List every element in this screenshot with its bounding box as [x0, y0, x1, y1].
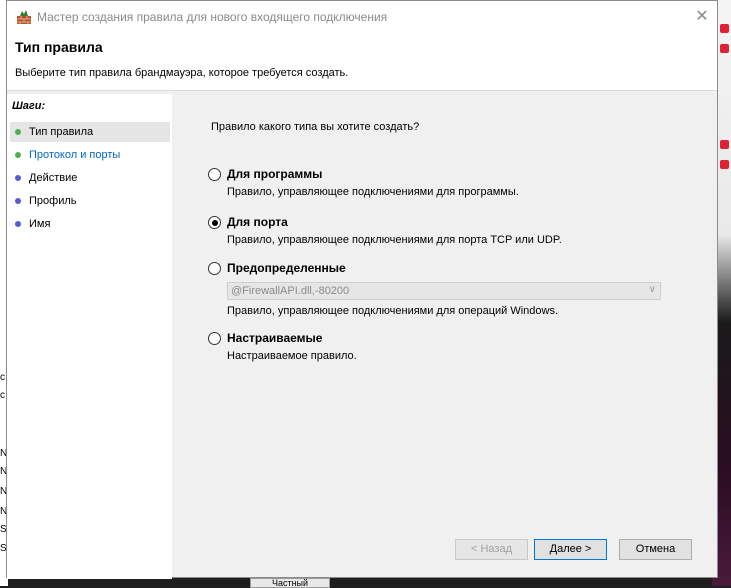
- step-status-icon: [15, 129, 21, 135]
- step-label: Тип правила: [29, 126, 94, 138]
- back-button[interactable]: < Назад: [455, 539, 528, 560]
- option-description: Правило, управляющее подключениями для п…: [227, 186, 519, 198]
- question-text: Правило какого типа вы хотите создать?: [211, 121, 420, 133]
- option-description: Правило, управляющее подключениями для о…: [227, 305, 559, 317]
- close-icon[interactable]: ✕: [691, 7, 713, 27]
- firewall-icon: [17, 10, 31, 24]
- step-label: Протокол и порты: [29, 149, 121, 161]
- chevron-down-icon: ∨: [648, 284, 656, 295]
- step-label: Имя: [29, 218, 51, 230]
- step-action[interactable]: Действие: [10, 168, 170, 188]
- step-status-icon: [15, 152, 21, 158]
- wizard-dialog: Мастер создания правила для нового входя…: [6, 0, 718, 579]
- wizard-header: Тип правила Выберите тип правила брандма…: [7, 32, 717, 91]
- option-title[interactable]: Для программы: [227, 167, 322, 181]
- option-description: Правило, управляющее подключениями для п…: [227, 234, 562, 246]
- radio-program[interactable]: [208, 168, 221, 181]
- select-value: @FirewallAPI.dll,-80200: [231, 285, 350, 297]
- radio-port[interactable]: [208, 216, 221, 229]
- predefined-select[interactable]: @FirewallAPI.dll,-80200 ∨: [227, 282, 661, 300]
- option-title[interactable]: Предопределенные: [227, 261, 346, 275]
- step-profile[interactable]: Профиль: [10, 191, 170, 211]
- step-label: Профиль: [29, 195, 77, 207]
- cancel-button[interactable]: Отмена: [619, 539, 692, 560]
- background-icon: [720, 44, 729, 53]
- background-icon: [720, 160, 729, 169]
- page-title: Тип правила: [15, 39, 103, 55]
- step-rule-type[interactable]: Тип правила: [10, 122, 170, 142]
- title-bar: Мастер создания правила для нового входя…: [7, 1, 717, 32]
- steps-panel: Шаги: Тип правила Протокол и порты Дейст…: [7, 94, 172, 579]
- step-status-icon: [15, 175, 21, 181]
- radio-custom[interactable]: [208, 332, 221, 345]
- option-title[interactable]: Настраиваемые: [227, 331, 322, 345]
- option-description: Настраиваемое правило.: [227, 350, 357, 362]
- step-status-icon: [15, 198, 21, 204]
- next-button[interactable]: Далее >: [534, 539, 607, 560]
- radio-predefined[interactable]: [208, 262, 221, 275]
- step-status-icon: [15, 221, 21, 227]
- step-name[interactable]: Имя: [10, 214, 170, 234]
- step-protocol-ports[interactable]: Протокол и порты: [10, 145, 170, 165]
- window-title: Мастер создания правила для нового входя…: [37, 10, 388, 24]
- page-description: Выберите тип правила брандмауэра, которо…: [15, 67, 349, 79]
- steps-title: Шаги:: [12, 100, 46, 112]
- background-tab: Частный: [250, 578, 330, 588]
- step-label: Действие: [29, 172, 78, 184]
- wizard-content: Правило какого типа вы хотите создать? Д…: [172, 94, 718, 579]
- option-title[interactable]: Для порта: [227, 215, 288, 229]
- background-icon: [720, 24, 729, 33]
- background-icon: [720, 140, 729, 149]
